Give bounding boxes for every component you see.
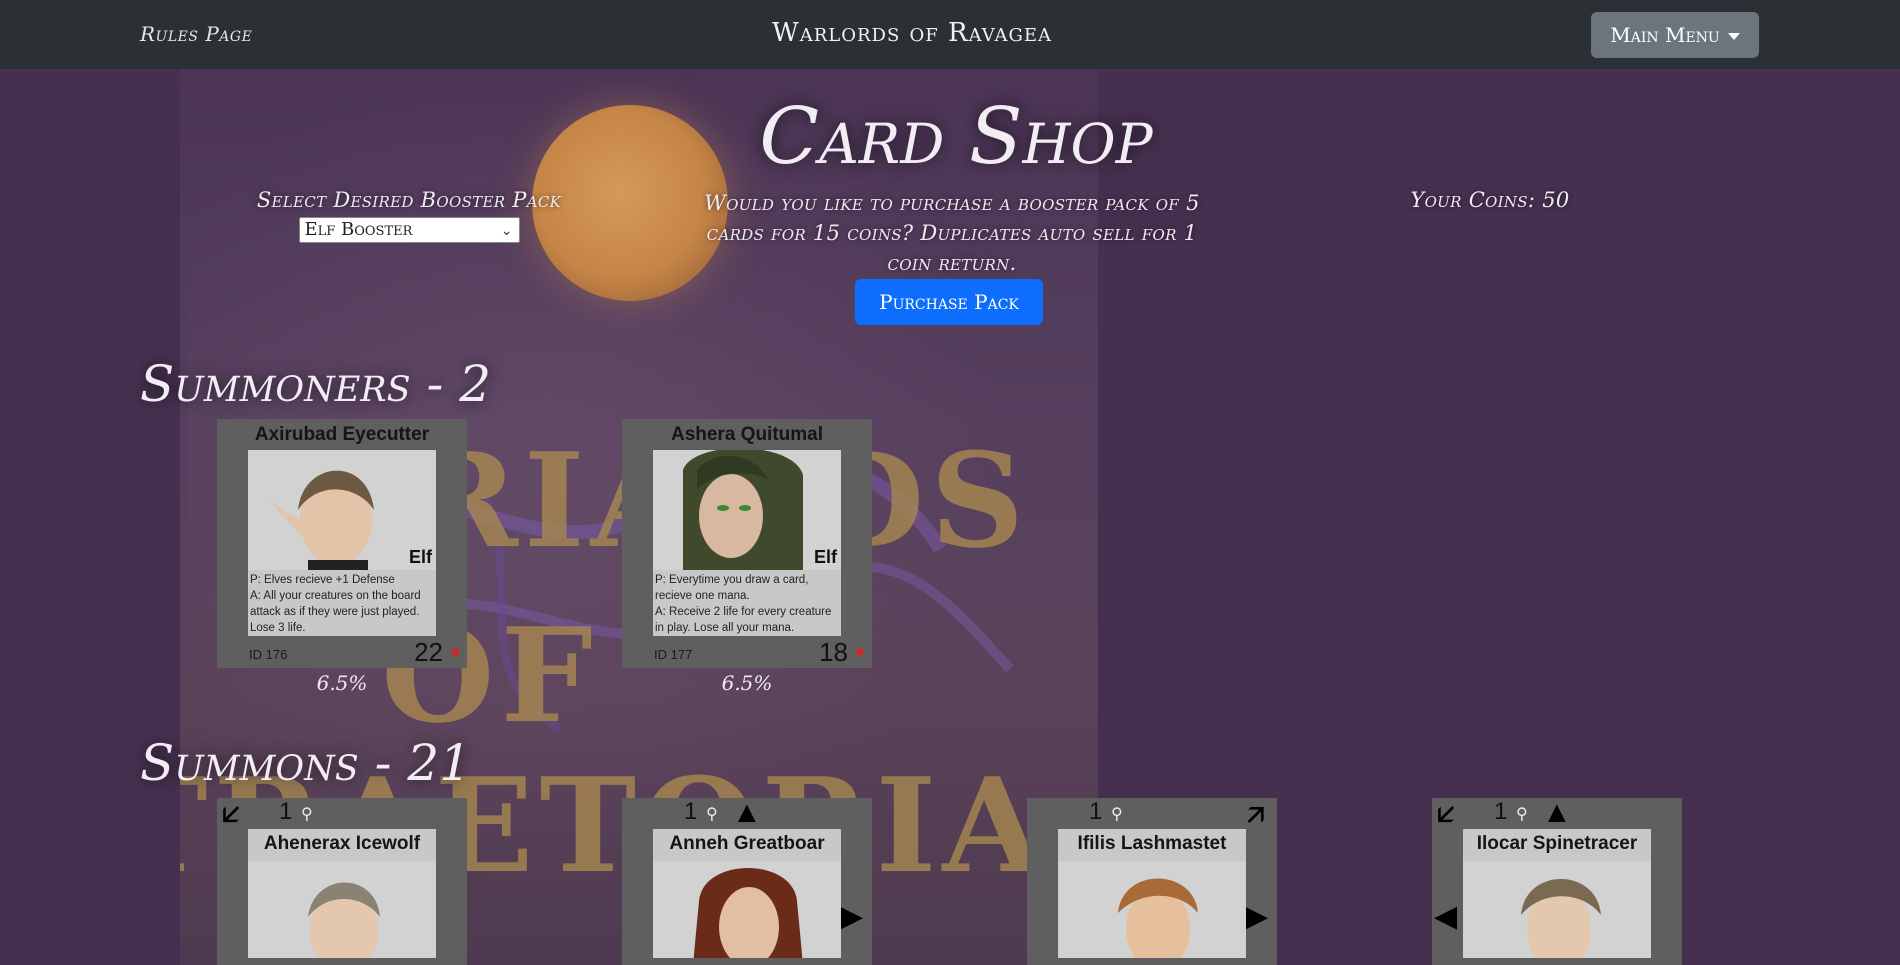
top-navbar: Rules Page Warlords of Ravagea Main Menu [0, 0, 1900, 69]
coins-balance: Your Coins: 50 [1410, 188, 1570, 212]
arrow-up-left-icon: 🡨 [210, 794, 252, 835]
arrow-left-icon: ◀ [1434, 900, 1458, 933]
page-title: Card Shop [759, 92, 1153, 182]
card-race: Elf [408, 547, 432, 567]
card-name: Ifilis Lashmastet [1058, 829, 1246, 861]
card-name: Ashera Quitumal [670, 424, 824, 445]
booster-select-label: Select Desired Booster Pack [256, 188, 562, 212]
card-name: Anneh Greatboar [653, 829, 841, 861]
mana-potion-icon: ⚲ [301, 806, 313, 823]
purchase-pack-button[interactable]: Purchase Pack [855, 279, 1043, 325]
arrow-up-left-icon: 🡨 [1425, 794, 1467, 835]
main-menu-button[interactable]: Main Menu [1591, 12, 1759, 58]
booster-pack-select[interactable]: Elf Booster ⌄ [298, 217, 520, 243]
mana-cost: 1 [684, 798, 698, 825]
summon-card[interactable]: 🡨 1 ⚲ ▲ ◀ Ilocar Spinetracer [1426, 794, 1682, 965]
caret-down-icon [1727, 32, 1740, 40]
chevron-down-icon: ⌄ [500, 223, 513, 239]
mana-potion-icon: ⚲ [1516, 806, 1528, 823]
arrow-up-right-icon: 🡩 [1236, 795, 1276, 834]
mana-potion-icon: ⚲ [1111, 806, 1123, 823]
card-health: 18 [819, 637, 848, 667]
elf-portrait-art [1058, 861, 1246, 958]
mana-cost: 1 [279, 798, 293, 825]
mana-cost: 1 [1089, 798, 1103, 825]
elf-portrait-art [1463, 861, 1651, 958]
booster-select-block: Select Desired Booster Pack Elf Booster … [240, 188, 578, 243]
mana-cost: 1 [1494, 798, 1508, 825]
card-ability-text: P: Elves recieve +1 Defense A: All your … [248, 570, 436, 636]
card-health: 22 [414, 637, 443, 667]
summoner-card[interactable]: Ashera Quitumal Elf P: Everytime you dra… [622, 419, 872, 668]
elf-portrait-art [653, 450, 841, 570]
heart-icon: ♥ [450, 645, 461, 662]
mana-potion-icon: ⚲ [706, 806, 718, 823]
summon-card[interactable]: 1 ⚲ ▲ ▶ Anneh Greatboar [622, 798, 872, 965]
drop-rate: 6.5% [316, 671, 368, 695]
elf-portrait-art [653, 861, 841, 958]
card-id: ID 176 [249, 647, 288, 662]
drop-rate: 6.5% [721, 671, 773, 695]
elf-portrait-art [248, 450, 436, 570]
card-id: ID 177 [654, 647, 693, 662]
main-menu-label: Main Menu [1610, 23, 1720, 47]
heart-icon: ♥ [855, 645, 866, 662]
card-name: Ahenerax Icewolf [248, 829, 436, 861]
card-ability-text: P: Everytime you draw a card, recieve on… [653, 570, 841, 636]
booster-pack-selected-value: Elf Booster [304, 219, 413, 240]
card-portrait [1463, 861, 1651, 958]
summon-card[interactable]: 🡨 1 ⚲ Ahenerax Icewolf [211, 794, 467, 965]
summoners-section-title: Summoners - 2 [140, 355, 492, 413]
card-portrait [653, 861, 841, 958]
card-portrait: Elf [248, 450, 436, 570]
card-name: Axirubad Eyecutter [254, 424, 430, 445]
arrow-up-icon: ▲ [1542, 796, 1572, 829]
arrow-right-icon: ▶ [1245, 900, 1269, 933]
card-name: Ilocar Spinetracer [1463, 829, 1651, 861]
arrow-right-icon: ▶ [840, 900, 864, 933]
card-portrait [1058, 861, 1246, 958]
summon-card[interactable]: 1 ⚲ 🡩 ▶ Ifilis Lashmastet [1027, 795, 1277, 965]
summons-section-title: Summons - 21 [140, 734, 472, 792]
arrow-up-icon: ▲ [732, 796, 762, 829]
summoner-card[interactable]: Axirubad Eyecutter Elf P: Elves recieve … [217, 419, 467, 668]
purchase-prompt: Would you like to purchase a booster pac… [704, 191, 1200, 275]
elf-portrait-art [248, 861, 436, 958]
app-brand[interactable]: Warlords of Ravagea [0, 18, 1824, 48]
card-race: Elf [813, 547, 837, 567]
card-portrait [248, 861, 436, 958]
card-portrait: Elf [653, 450, 841, 570]
